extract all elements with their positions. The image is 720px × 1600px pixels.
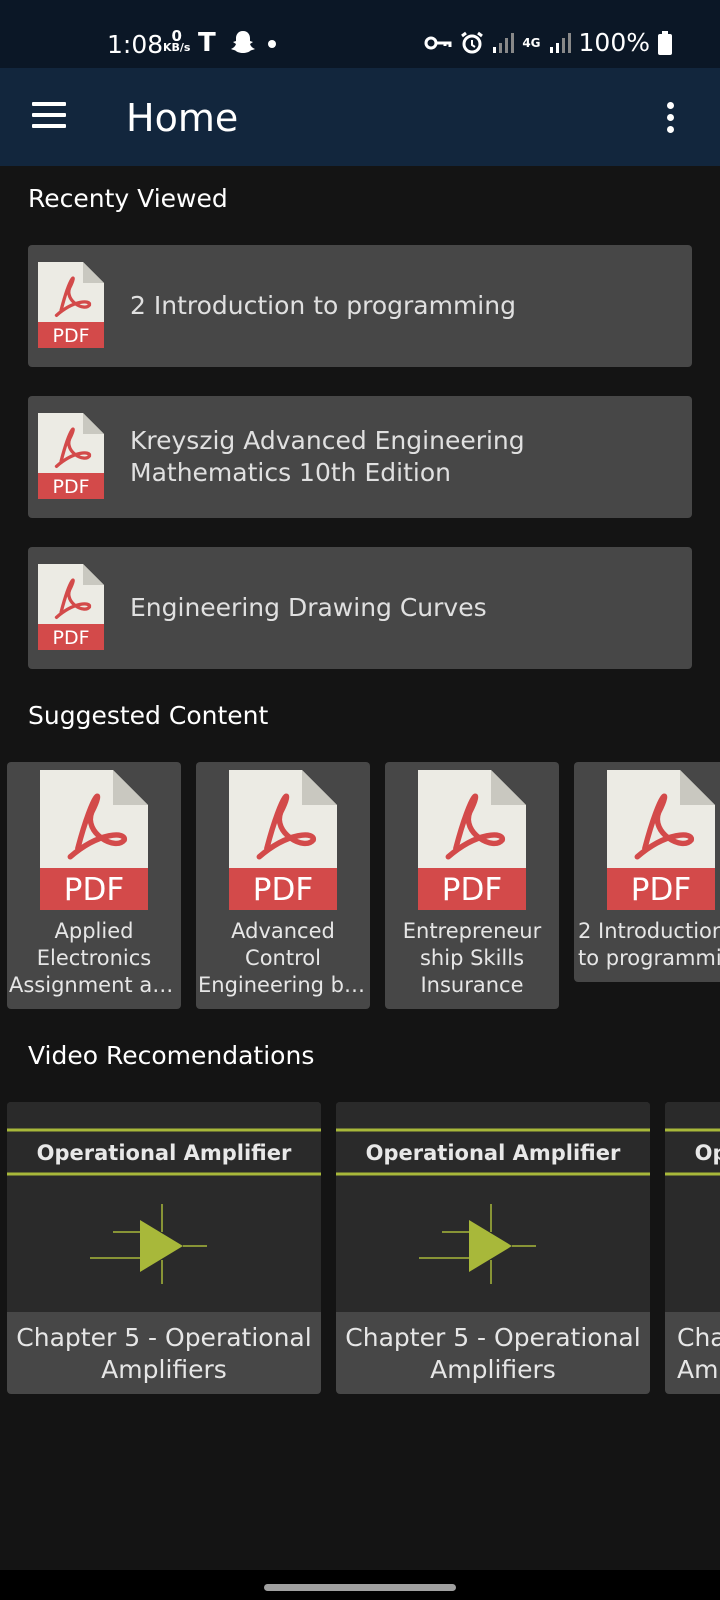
suggested-item[interactable]: PDF 2 Introduction to programming	[574, 762, 720, 982]
suggested-label-line: Insurance	[420, 973, 524, 997]
svg-text:PDF: PDF	[52, 476, 89, 498]
video-thumbnail: Operational Amplifier	[665, 1102, 720, 1312]
suggested-item[interactable]: PDF Advanced Control Engineering by…	[196, 762, 370, 1009]
snapchat-icon	[230, 30, 256, 60]
signal-icon-2	[549, 32, 571, 53]
suggested-item[interactable]: PDF Applied Electronics Assignment an…	[7, 762, 181, 1009]
status-icons: 4G 100%	[424, 28, 672, 57]
status-time: 1:08	[107, 30, 164, 59]
suggested-label-line: Entrepreneur	[402, 919, 542, 943]
pdf-icon: PDF	[229, 770, 337, 914]
pdf-icon: PDF	[38, 413, 104, 503]
suggested-label-line: Assignment an…	[9, 973, 179, 997]
suggested-label-line: Applied	[54, 919, 134, 943]
pdf-icon: PDF	[40, 770, 148, 914]
notification-dot-icon	[268, 40, 276, 48]
video-item-label: Chapter 5 - Operational Amplifiers	[7, 1322, 321, 1386]
video-item[interactable]: Operational Amplifier Chapter 5 - Operat…	[665, 1102, 720, 1394]
recent-item-label: Kreyszig Advanced Engineering Mathematic…	[130, 426, 525, 487]
recent-item[interactable]: PDF Engineering Drawing Curves	[28, 547, 692, 669]
suggested-item[interactable]: PDF Entrepreneur ship Skills Insurance	[385, 762, 559, 1009]
recent-item[interactable]: PDF 2 Introduction to programming	[28, 245, 692, 367]
suggested-item-label: Advanced Control Engineering by…	[198, 918, 368, 999]
battery-icon	[658, 30, 672, 55]
pdf-icon: PDF	[38, 564, 104, 654]
signal-icon	[493, 32, 515, 53]
recent-section-title: Recenty Viewed	[28, 184, 228, 213]
svg-text:Operational Amplifier: Operational Amplifier	[366, 1141, 621, 1165]
suggested-label-line: to programming	[578, 946, 720, 970]
svg-text:PDF: PDF	[52, 627, 89, 649]
svg-text:Operational Amplifier: Operational Amplifier	[695, 1141, 720, 1165]
video-item-label: Chapter 5 - Operational Amplifiers	[677, 1322, 720, 1386]
vpn-key-icon	[424, 36, 452, 49]
pdf-icon: PDF	[38, 262, 104, 352]
menu-icon[interactable]	[32, 102, 66, 128]
suggested-item-label: Entrepreneur ship Skills Insurance	[387, 918, 557, 999]
battery-percent: 100%	[578, 28, 650, 57]
page-title: Home	[126, 96, 239, 140]
suggested-label-line: ship Skills	[419, 946, 525, 970]
video-section-title: Video Recomendations	[28, 1041, 315, 1070]
suggested-label-line: Advanced	[231, 919, 335, 943]
svg-text:PDF: PDF	[64, 872, 124, 908]
svg-text:Operational Amplifier: Operational Amplifier	[37, 1141, 292, 1165]
more-options-icon[interactable]	[666, 102, 676, 134]
video-item[interactable]: Operational Amplifier Chapter 5 - Operat…	[336, 1102, 650, 1394]
suggested-section-title: Suggested Content	[28, 701, 269, 730]
svg-text:PDF: PDF	[253, 872, 313, 908]
suggested-label-line: Engineering by…	[198, 973, 368, 997]
video-item-label: Chapter 5 - Operational Amplifiers	[336, 1322, 650, 1386]
suggested-item-label: Applied Electronics Assignment an…	[9, 918, 179, 999]
net-speed-indicator: 0 KB/s	[163, 29, 191, 54]
app-bar: Home	[0, 68, 720, 166]
pdf-icon: PDF	[607, 770, 715, 914]
network-type: 4G	[522, 35, 541, 50]
svg-text:PDF: PDF	[631, 872, 691, 908]
svg-text:PDF: PDF	[52, 325, 89, 347]
system-nav-bar	[0, 1570, 720, 1600]
pdf-icon: PDF	[418, 770, 526, 914]
suggested-label-line: Electronics	[36, 946, 152, 970]
video-label-line: Chapter 5 - Operational	[16, 1323, 312, 1352]
suggested-item-label: 2 Introduction to programming	[578, 918, 720, 972]
video-label-line: Amplifiers	[101, 1355, 227, 1384]
video-label-line: Chapter 5 - Operational	[345, 1323, 641, 1352]
video-label-line: Amplifiers	[677, 1355, 720, 1384]
suggested-label-line: Control	[245, 946, 321, 970]
svg-text:PDF: PDF	[442, 872, 502, 908]
status-bar: 1:08 0 KB/s T 4G 100%	[0, 0, 720, 68]
recent-item-label: 2 Introduction to programming	[130, 291, 516, 320]
net-speed-unit: KB/s	[163, 41, 191, 54]
video-label-line: Amplifiers	[430, 1355, 556, 1384]
carrier-icon: T	[198, 28, 216, 58]
suggested-label-line: 2 Introduction	[578, 919, 720, 943]
video-thumbnail: Operational Amplifier	[336, 1102, 650, 1312]
alarm-icon	[461, 31, 484, 53]
home-gesture-handle[interactable]	[264, 1584, 456, 1591]
recent-item-label: Engineering Drawing Curves	[130, 593, 487, 622]
video-label-line: Chapter 5 - Operational	[677, 1323, 720, 1352]
video-item[interactable]: Operational Amplifier Chapter 5 - Operat…	[7, 1102, 321, 1394]
recent-item[interactable]: PDF Kreyszig Advanced Engineering Mathem…	[28, 396, 692, 518]
video-thumbnail: Operational Amplifier	[7, 1102, 321, 1312]
